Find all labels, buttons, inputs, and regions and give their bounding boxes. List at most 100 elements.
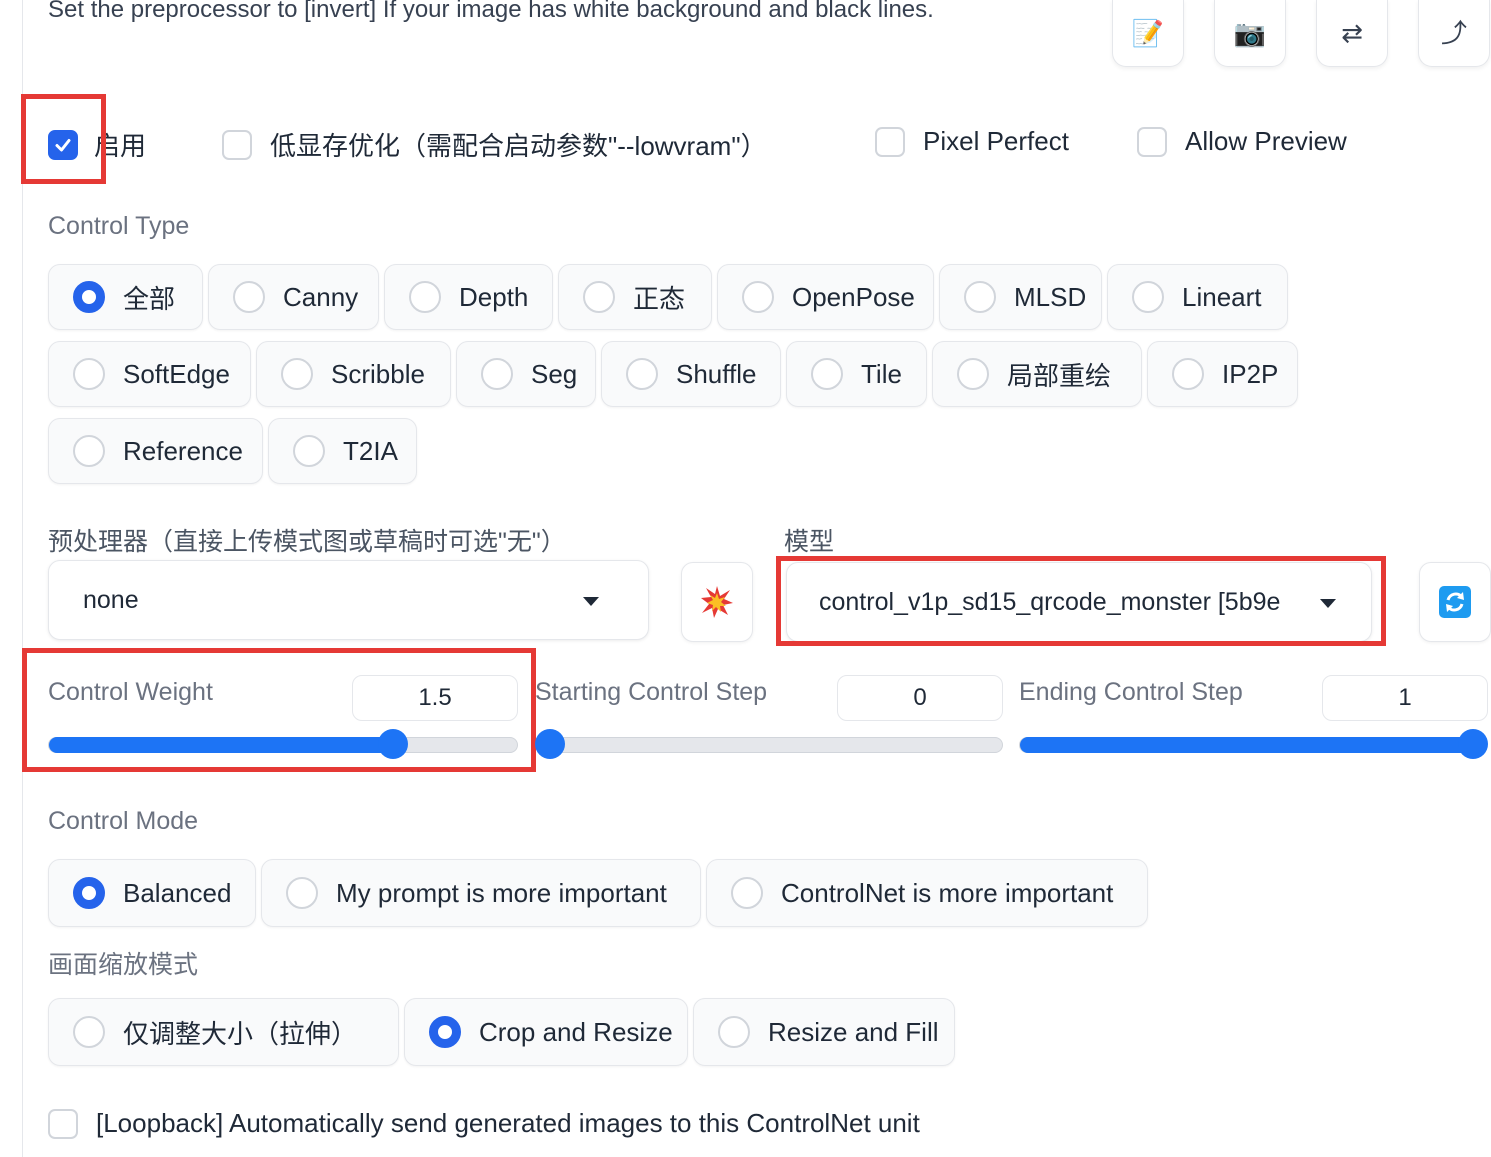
- slider-thumb[interactable]: [378, 729, 408, 759]
- option-label: Seg: [531, 358, 578, 389]
- enable-checkbox[interactable]: 启用: [48, 126, 146, 163]
- preprocessor-hint: Set the preprocessor to [invert] If your…: [48, 0, 934, 23]
- ending-step-label: Ending Control Step: [1019, 678, 1243, 706]
- loopback-checkbox[interactable]: [Loopback] Automatically send generated …: [48, 1108, 920, 1139]
- radio-icon[interactable]: [293, 435, 325, 467]
- option-label: 仅调整大小（拉伸）: [123, 1018, 358, 1049]
- lowvram-label: 低显存优化（需配合启动参数"--lowvram"）: [270, 131, 767, 161]
- control-type-label: Control Type: [48, 212, 190, 240]
- option-label: Shuffle: [676, 358, 757, 389]
- option-label: Crop and Resize: [479, 1016, 673, 1047]
- radio-icon[interactable]: [742, 281, 774, 313]
- resize-mode-label: 画面缩放模式: [48, 951, 199, 979]
- enable-label: 启用: [94, 131, 147, 161]
- radio-icon[interactable]: [1172, 358, 1204, 390]
- ending-step-input[interactable]: 1: [1322, 675, 1488, 721]
- resize-mode-option[interactable]: Crop and Resize: [404, 998, 688, 1066]
- option-label: SoftEdge: [123, 358, 230, 389]
- control-weight-label: Control Weight: [48, 678, 213, 706]
- camera-icon: 📷: [1233, 18, 1267, 48]
- control-type-option[interactable]: 正态: [558, 264, 712, 330]
- control-weight-input[interactable]: 1.5: [352, 675, 518, 721]
- option-label: ControlNet is more important: [781, 877, 1114, 908]
- option-label: Scribble: [331, 358, 425, 389]
- swap-button[interactable]: ⇄: [1316, 0, 1388, 67]
- model-label: 模型: [784, 528, 835, 556]
- option-label: 正态: [633, 283, 686, 314]
- ending-step-slider[interactable]: [1019, 729, 1488, 759]
- radio-icon[interactable]: [957, 358, 989, 390]
- option-label: Resize and Fill: [768, 1016, 939, 1047]
- radio-icon[interactable]: [281, 358, 313, 390]
- swap-icon: ⇄: [1341, 18, 1363, 48]
- control-type-option[interactable]: IP2P: [1147, 341, 1298, 407]
- allow-preview-checkbox[interactable]: Allow Preview: [1137, 126, 1347, 157]
- control-mode-label: Control Mode: [48, 807, 199, 835]
- control-type-option[interactable]: SoftEdge: [48, 341, 251, 407]
- radio-icon[interactable]: [233, 281, 265, 313]
- checkbox-box[interactable]: [222, 129, 252, 160]
- resize-mode-option[interactable]: 仅调整大小（拉伸）: [48, 998, 399, 1066]
- checkbox-box[interactable]: [48, 1108, 78, 1139]
- control-type-option[interactable]: Seg: [456, 341, 596, 407]
- control-mode-option[interactable]: My prompt is more important: [261, 859, 701, 927]
- slider-thumb[interactable]: [535, 729, 565, 759]
- radio-icon[interactable]: [964, 281, 996, 313]
- refresh-models-button[interactable]: [1419, 562, 1491, 642]
- resize-mode-option[interactable]: Resize and Fill: [693, 998, 955, 1066]
- control-type-option[interactable]: Lineart: [1107, 264, 1288, 330]
- control-type-option[interactable]: T2IA: [268, 418, 417, 484]
- preprocessor-select[interactable]: none: [48, 560, 649, 640]
- checkbox-box[interactable]: [875, 126, 905, 157]
- control-type-option[interactable]: 局部重绘: [932, 341, 1142, 407]
- control-type-option[interactable]: Shuffle: [601, 341, 781, 407]
- camera-button[interactable]: 📷: [1214, 0, 1286, 67]
- radio-icon[interactable]: [73, 358, 105, 390]
- checkbox-box[interactable]: [1137, 126, 1167, 157]
- control-type-option[interactable]: Canny: [208, 264, 379, 330]
- radio-icon[interactable]: [481, 358, 513, 390]
- option-label: Balanced: [123, 877, 232, 908]
- control-weight-slider[interactable]: [48, 729, 518, 759]
- chevron-down-icon: [583, 597, 599, 606]
- radio-icon[interactable]: [731, 877, 763, 909]
- starting-step-input[interactable]: 0: [837, 675, 1003, 721]
- checkbox-checked-icon[interactable]: [48, 129, 78, 160]
- run-preprocessor-button[interactable]: [681, 562, 753, 642]
- radio-selected-icon[interactable]: [429, 1016, 461, 1048]
- option-label: Reference: [123, 435, 243, 466]
- starting-step-slider[interactable]: [535, 729, 1003, 759]
- control-type-option[interactable]: Tile: [786, 341, 927, 407]
- option-label: Tile: [861, 358, 902, 389]
- radio-icon[interactable]: [286, 877, 318, 909]
- control-type-option[interactable]: Depth: [384, 264, 553, 330]
- radio-icon[interactable]: [73, 435, 105, 467]
- radio-icon[interactable]: [811, 358, 843, 390]
- radio-icon[interactable]: [409, 281, 441, 313]
- radio-icon[interactable]: [73, 1016, 105, 1048]
- radio-icon[interactable]: [1132, 281, 1164, 313]
- control-type-option[interactable]: OpenPose: [717, 264, 934, 330]
- control-mode-option[interactable]: ControlNet is more important: [706, 859, 1148, 927]
- pixel-perfect-checkbox[interactable]: Pixel Perfect: [875, 126, 1069, 157]
- control-type-option[interactable]: MLSD: [939, 264, 1102, 330]
- lowvram-checkbox[interactable]: 低显存优化（需配合启动参数"--lowvram"）: [222, 126, 767, 163]
- model-value: control_v1p_sd15_qrcode_monster [5b9e: [819, 587, 1281, 616]
- option-label: IP2P: [1222, 358, 1279, 389]
- edit-button[interactable]: 📝: [1112, 0, 1184, 67]
- slider-thumb[interactable]: [1458, 729, 1488, 759]
- control-mode-option[interactable]: Balanced: [48, 859, 256, 927]
- radio-icon[interactable]: [626, 358, 658, 390]
- model-select[interactable]: control_v1p_sd15_qrcode_monster [5b9e: [786, 562, 1372, 642]
- radio-icon[interactable]: [718, 1016, 750, 1048]
- radio-selected-icon[interactable]: [73, 877, 105, 909]
- control-type-option[interactable]: Reference: [48, 418, 263, 484]
- send-dimensions-button[interactable]: ⤴: [1418, 0, 1490, 67]
- radio-selected-icon[interactable]: [73, 281, 105, 313]
- radio-icon[interactable]: [583, 281, 615, 313]
- edit-icon: 📝: [1131, 18, 1165, 48]
- option-label: OpenPose: [792, 281, 915, 312]
- control-type-option[interactable]: 全部: [48, 264, 203, 330]
- allow-preview-label: Allow Preview: [1185, 126, 1347, 156]
- control-type-option[interactable]: Scribble: [256, 341, 451, 407]
